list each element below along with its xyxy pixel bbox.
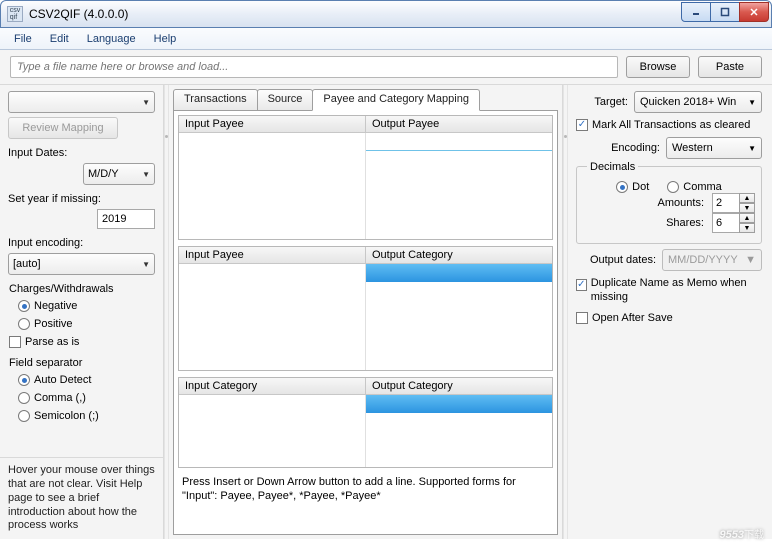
set-year-label: Set year if missing: [8,193,155,205]
menu-language[interactable]: Language [79,31,144,47]
parse-as-is-checkbox[interactable]: Parse as is [8,335,155,349]
chevron-down-icon: ▼ [748,98,756,107]
sep-comma-radio[interactable]: Comma (,) [8,391,155,405]
radio-icon [18,410,30,422]
encoding-label: Encoding: [576,142,660,154]
right-panel: Target: Quicken 2018+ Win▼ Mark All Tran… [568,85,772,539]
spin-up-icon[interactable]: ▲ [739,213,755,223]
decimals-dot-radio[interactable]: Dot [616,181,649,193]
center-panel: Transactions Source Payee and Category M… [169,85,563,539]
chevron-down-icon: ▼ [745,254,756,266]
close-button[interactable] [739,2,769,22]
maximize-button[interactable] [710,2,740,22]
charges-negative-radio[interactable]: Negative [8,299,155,313]
sep-autodetect-radio[interactable]: Auto Detect [8,373,155,387]
chevron-down-icon: ▼ [142,260,150,269]
output-dates-combo[interactable]: MM/DD/YYYY▼ [662,249,762,271]
menu-edit[interactable]: Edit [42,31,77,47]
paste-button[interactable]: Paste [698,56,762,78]
amounts-spinner[interactable]: ▲▼ [712,193,755,213]
chevron-down-icon: ▼ [142,170,150,179]
browse-button[interactable]: Browse [626,56,690,78]
menu-help[interactable]: Help [146,31,185,47]
col-header: Output Payee [366,116,552,132]
mark-cleared-checkbox[interactable]: Mark All Transactions as cleared [576,118,762,132]
encoding-combo[interactable]: Western▼ [666,137,762,159]
col-header: Output Category [366,378,552,394]
shares-label: Shares: [666,217,704,229]
radio-icon [18,392,30,404]
radio-icon [667,181,679,193]
file-path-input[interactable] [10,56,618,78]
window-title: CSV2QIF (4.0.0.0) [29,7,682,21]
set-year-input[interactable] [97,209,155,229]
col-header: Output Category [366,247,552,263]
input-dates-label: Input Dates: [8,147,155,159]
col-header: Input Category [179,378,366,394]
review-mapping-button[interactable]: Review Mapping [8,117,118,139]
window-titlebar: csvqif CSV2QIF (4.0.0.0) [0,0,772,28]
radio-icon [18,318,30,330]
output-dates-label: Output dates: [576,254,656,266]
menu-file[interactable]: File [6,31,40,47]
chevron-down-icon: ▼ [142,98,150,107]
tabbar: Transactions Source Payee and Category M… [173,89,558,111]
tab-transactions[interactable]: Transactions [173,89,258,111]
file-toolbar: Browse Paste [0,50,772,85]
minimize-button[interactable] [681,2,711,22]
tab-body: Input PayeeOutput Payee Input PayeeOutpu… [173,110,558,535]
payee-category-table[interactable]: Input PayeeOutput Category [178,246,553,371]
duplicate-name-checkbox[interactable]: Duplicate Name as Memo when missing [576,276,762,306]
selected-cell[interactable] [366,264,552,282]
menubar: File Edit Language Help [0,28,772,50]
mapping-footnote: Press Insert or Down Arrow button to add… [178,474,553,506]
col-header: Input Payee [179,247,366,263]
open-after-save-checkbox[interactable]: Open After Save [576,311,762,325]
radio-icon [616,181,628,193]
spin-up-icon[interactable]: ▲ [739,193,755,203]
checkbox-icon [9,336,21,348]
window-controls [682,2,769,22]
charges-positive-radio[interactable]: Positive [8,317,155,331]
sep-semicolon-radio[interactable]: Semicolon (;) [8,409,155,423]
main-area: ▼ Review Mapping Input Dates: M/D/Y▼ Set… [0,85,772,539]
checkbox-icon [576,119,588,131]
radio-icon [18,300,30,312]
checkbox-icon [576,279,587,291]
input-encoding-label: Input encoding: [8,237,155,249]
chevron-down-icon: ▼ [748,144,756,153]
decimals-fieldset: Decimals Dot Comma Amounts: ▲▼ Shares: ▲… [576,166,762,244]
tab-source[interactable]: Source [257,89,314,111]
decimals-legend: Decimals [587,161,638,173]
field-sep-label: Field separator [8,357,155,369]
profile-combo[interactable]: ▼ [8,91,155,113]
selected-cell[interactable] [366,395,552,413]
spin-down-icon[interactable]: ▼ [739,203,755,213]
input-dates-combo[interactable]: M/D/Y▼ [83,163,155,185]
category-category-table[interactable]: Input CategoryOutput Category [178,377,553,468]
charges-label: Charges/Withdrawals [8,283,155,295]
target-label: Target: [576,96,628,108]
help-hint: Hover your mouse over things that are no… [0,457,163,539]
radio-icon [18,374,30,386]
edit-cell[interactable] [366,133,552,151]
shares-spinner[interactable]: ▲▼ [712,213,755,233]
app-icon: csvqif [7,6,23,22]
spin-down-icon[interactable]: ▼ [739,223,755,233]
decimals-comma-radio[interactable]: Comma [667,181,722,193]
target-combo[interactable]: Quicken 2018+ Win▼ [634,91,762,113]
checkbox-icon [576,312,588,324]
input-encoding-combo[interactable]: [auto]▼ [8,253,155,275]
amounts-label: Amounts: [658,197,704,209]
watermark: 9553下载 [720,525,764,543]
col-header: Input Payee [179,116,366,132]
left-panel: ▼ Review Mapping Input Dates: M/D/Y▼ Set… [0,85,164,539]
tab-mapping[interactable]: Payee and Category Mapping [312,89,480,111]
payee-payee-table[interactable]: Input PayeeOutput Payee [178,115,553,240]
